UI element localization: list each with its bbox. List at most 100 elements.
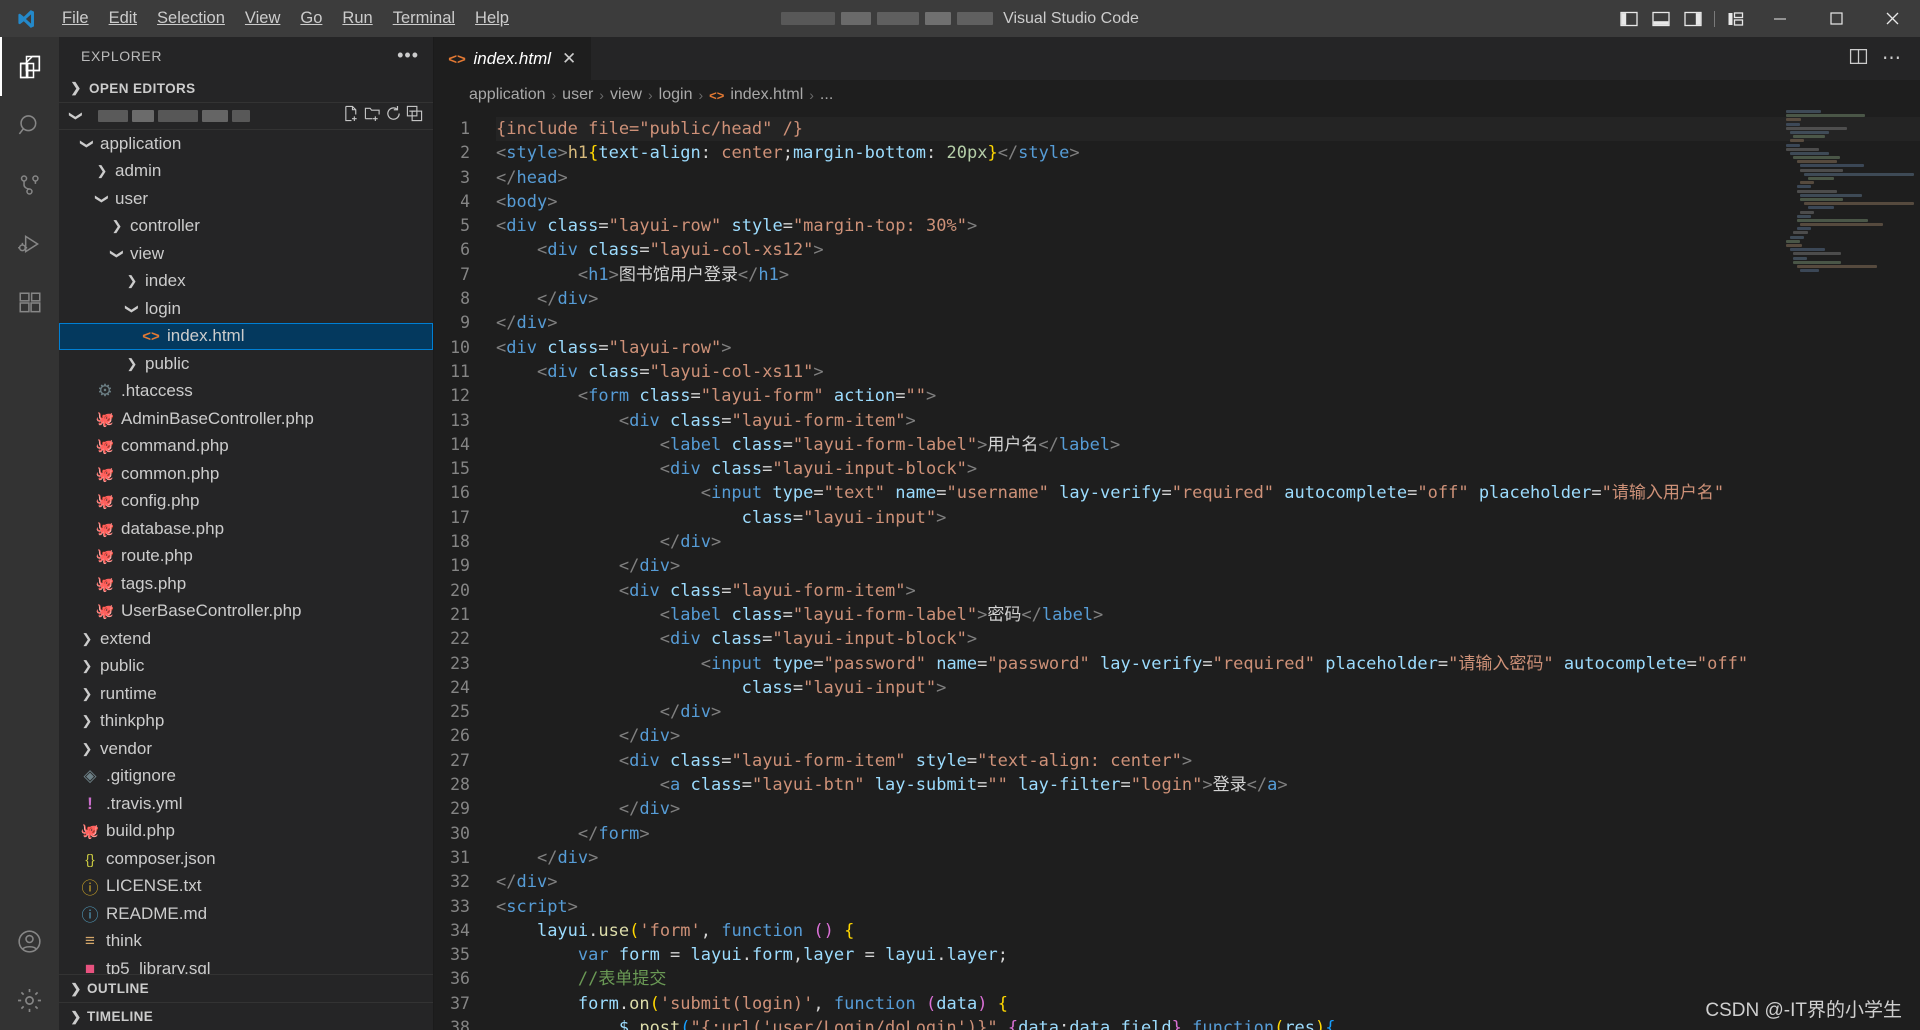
accounts-icon[interactable]: [0, 912, 59, 971]
tree-item[interactable]: 🐙command.php: [59, 433, 433, 461]
tree-item[interactable]: ❯thinkphp: [59, 708, 433, 736]
code-line[interactable]: <div class="layui-form-item">: [496, 409, 1920, 433]
close-icon[interactable]: ✕: [559, 49, 579, 69]
code-line[interactable]: <div class="layui-row" style="margin-top…: [496, 214, 1920, 238]
breadcrumb-item[interactable]: user: [562, 86, 593, 104]
tree-item[interactable]: 🐙common.php: [59, 460, 433, 488]
breadcrumb-item[interactable]: login: [659, 86, 693, 104]
code-line[interactable]: </head>: [496, 166, 1920, 190]
tree-item[interactable]: ❯vendor: [59, 735, 433, 763]
code-line[interactable]: </div>: [496, 700, 1920, 724]
horizontal-scrollbar[interactable]: [434, 1025, 1906, 1030]
tab-index-html[interactable]: <> index.html ✕: [434, 37, 591, 80]
window-minimize-button[interactable]: [1752, 0, 1808, 37]
extensions-icon[interactable]: [0, 273, 59, 332]
code-line[interactable]: <div class="layui-input-block">: [496, 627, 1920, 651]
tree-item[interactable]: 🐙AdminBaseController.php: [59, 405, 433, 433]
breadcrumb-item[interactable]: application: [469, 86, 546, 104]
code-line[interactable]: </div>: [496, 846, 1920, 870]
menu-selection[interactable]: Selection: [147, 0, 235, 37]
code-line[interactable]: <label class="layui-form-label">用户名</lab…: [496, 433, 1920, 457]
code-line[interactable]: <label class="layui-form-label">密码</labe…: [496, 603, 1920, 627]
manage-settings-gear-icon[interactable]: [0, 971, 59, 1030]
window-maximize-button[interactable]: [1808, 0, 1864, 37]
tree-item[interactable]: ❯extend: [59, 625, 433, 653]
code-line[interactable]: <div class="layui-input-block">: [496, 457, 1920, 481]
tree-item[interactable]: 🐙tags.php: [59, 570, 433, 598]
collapse-all-icon[interactable]: [406, 105, 423, 127]
tree-item[interactable]: 🐙build.php: [59, 818, 433, 846]
code-line[interactable]: </div>: [496, 870, 1920, 894]
code-line[interactable]: <div class="layui-col-xs12">: [496, 238, 1920, 262]
new-folder-icon[interactable]: [364, 105, 381, 127]
breadcrumb-item[interactable]: view: [610, 86, 642, 104]
explorer-toolbar[interactable]: [343, 105, 433, 127]
code-line[interactable]: <script>: [496, 895, 1920, 919]
section-outline[interactable]: ❯ OUTLINE: [59, 974, 433, 1002]
code-line[interactable]: <style>h1{text-align: center;margin-bott…: [496, 141, 1920, 165]
menu-terminal[interactable]: Terminal: [383, 0, 465, 37]
tree-item[interactable]: ❯admin: [59, 158, 433, 186]
menu-edit[interactable]: Edit: [99, 0, 147, 37]
tree-item[interactable]: ◈.gitignore: [59, 763, 433, 791]
code-line[interactable]: </div>: [496, 554, 1920, 578]
tree-item[interactable]: {}composer.json: [59, 845, 433, 873]
tree-item[interactable]: ❯controller: [59, 213, 433, 241]
code-line[interactable]: class="layui-input">: [496, 676, 1920, 700]
menu-view[interactable]: View: [235, 0, 290, 37]
vertical-scrollbar[interactable]: [1906, 110, 1920, 1030]
search-icon[interactable]: [0, 96, 59, 155]
panel-left-icon[interactable]: [1613, 0, 1645, 37]
code-line[interactable]: </div>: [496, 287, 1920, 311]
new-file-icon[interactable]: [343, 105, 360, 127]
explorer-icon[interactable]: [0, 37, 59, 96]
section-timeline[interactable]: ❯ TIMELINE: [59, 1002, 433, 1030]
tree-item[interactable]: ❯runtime: [59, 680, 433, 708]
tree-item[interactable]: ❯index: [59, 268, 433, 296]
tree-item[interactable]: ⓘLICENSE.txt: [59, 873, 433, 901]
code-content[interactable]: {include file="public/head" /}<style>h1{…: [496, 110, 1920, 1030]
tree-item[interactable]: ❯public: [59, 653, 433, 681]
code-line[interactable]: <div class="layui-row">: [496, 336, 1920, 360]
tree-item[interactable]: ❯view: [59, 240, 433, 268]
code-line[interactable]: <div class="layui-form-item" style="text…: [496, 749, 1920, 773]
tree-item[interactable]: ■tp5_library.sql: [59, 955, 433, 974]
code-line[interactable]: <div class="layui-form-item">: [496, 579, 1920, 603]
split-editor-icon[interactable]: [1849, 47, 1868, 71]
section-open-editors[interactable]: ❯ OPEN EDITORS: [59, 74, 433, 102]
tree-item[interactable]: !.travis.yml: [59, 790, 433, 818]
tree-item[interactable]: ❯user: [59, 185, 433, 213]
panel-right-icon[interactable]: [1677, 0, 1709, 37]
window-close-button[interactable]: [1864, 0, 1920, 37]
menu-file[interactable]: File: [52, 0, 99, 37]
tree-item[interactable]: ⓘREADME.md: [59, 900, 433, 928]
code-line[interactable]: </div>: [496, 797, 1920, 821]
code-line[interactable]: </div>: [496, 724, 1920, 748]
code-line[interactable]: layui.use('form', function () {: [496, 919, 1920, 943]
menu-bar[interactable]: File Edit Selection View Go Run Terminal…: [52, 0, 519, 37]
code-line[interactable]: </div>: [496, 530, 1920, 554]
code-line[interactable]: <input type="password" name="password" l…: [496, 652, 1920, 676]
panel-bottom-icon[interactable]: [1645, 0, 1677, 37]
breadcrumb-item[interactable]: ...: [820, 86, 833, 104]
code-line[interactable]: <a class="layui-btn" lay-submit="" lay-f…: [496, 773, 1920, 797]
tree-item[interactable]: ≡think: [59, 928, 433, 956]
tree-item[interactable]: ❯login: [59, 295, 433, 323]
code-line[interactable]: <body>: [496, 190, 1920, 214]
run-debug-icon[interactable]: [0, 214, 59, 273]
tree-item-selected[interactable]: <>index.html: [59, 323, 433, 351]
code-line[interactable]: </form>: [496, 822, 1920, 846]
tree-item[interactable]: 🐙database.php: [59, 515, 433, 543]
code-line[interactable]: class="layui-input">: [496, 506, 1920, 530]
tree-item[interactable]: 🐙route.php: [59, 543, 433, 571]
source-control-icon[interactable]: [0, 155, 59, 214]
tree-item[interactable]: 🐙config.php: [59, 488, 433, 516]
code-line[interactable]: </div>: [496, 311, 1920, 335]
breadcrumb-item[interactable]: index.html: [730, 86, 803, 104]
file-tree[interactable]: ❯application❯admin❯user❯controller❯view❯…: [59, 130, 433, 974]
tree-item[interactable]: ⚙.htaccess: [59, 378, 433, 406]
menu-run[interactable]: Run: [332, 0, 382, 37]
menu-help[interactable]: Help: [465, 0, 519, 37]
code-line[interactable]: <div class="layui-col-xs11">: [496, 360, 1920, 384]
more-actions-icon[interactable]: ⋯: [1882, 47, 1902, 70]
